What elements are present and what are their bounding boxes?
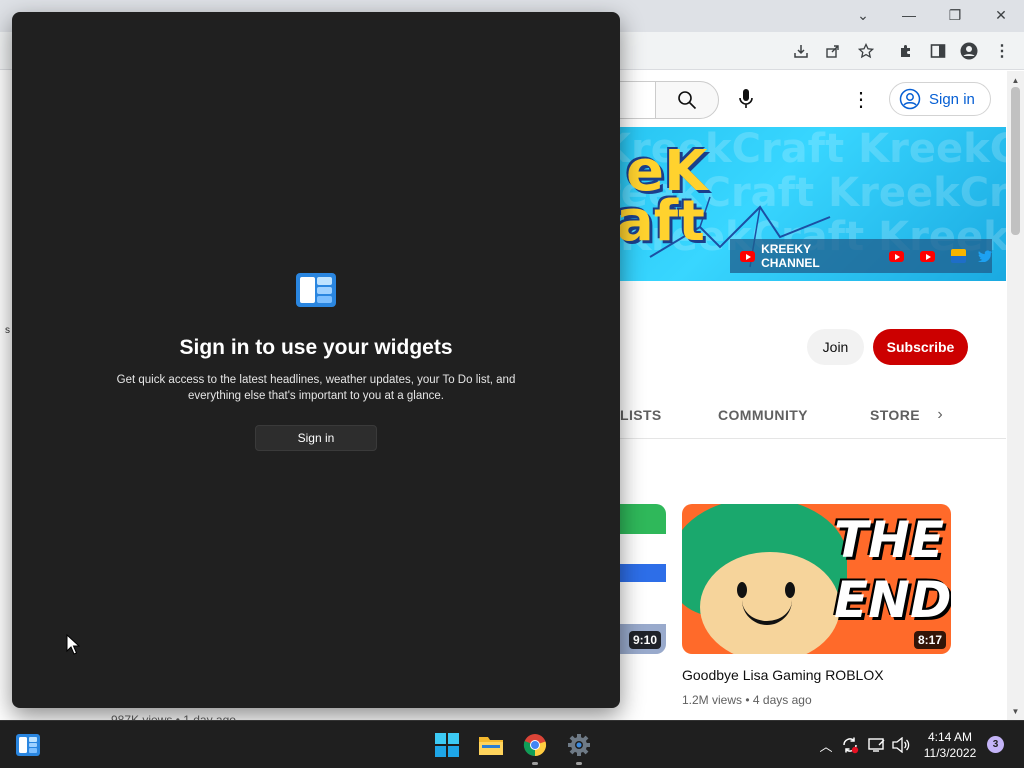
taskbar-clock[interactable]: 4:14 AM 11/3/2022 [915, 729, 985, 761]
clock-date: 11/3/2022 [923, 746, 977, 760]
chevron-down-icon: ⌄ [857, 6, 869, 23]
channel-links-strip[interactable]: KREEKY CHANNEL [730, 239, 992, 273]
chevron-right-icon: › [937, 406, 943, 423]
youtube-signin-button[interactable]: Sign in [889, 82, 991, 116]
side-panel-icon [930, 44, 946, 58]
youtube-link-icon[interactable] [888, 250, 904, 262]
side-panel-button[interactable] [927, 40, 949, 62]
settings-menu-button[interactable]: ⋮ [850, 85, 872, 113]
profile-button[interactable] [958, 40, 980, 62]
tabs-scroll-right-button[interactable]: › [930, 405, 950, 425]
chevron-up-icon: ︿ [819, 738, 833, 754]
widgets-title: Sign in to use your widgets [179, 336, 453, 359]
mouse-pointer-icon [66, 634, 80, 655]
merch-icon[interactable] [950, 249, 966, 263]
youtube-logo-icon [740, 250, 756, 262]
network-icon [868, 738, 885, 752]
speaker-icon [892, 737, 910, 753]
thumbnail-text: THE END [834, 511, 951, 629]
tab-playlists[interactable]: LISTS [620, 407, 662, 423]
channel-banner: KreekCraft KreekCraft KreekCraft KreekCr… [560, 127, 1006, 281]
signin-label: Sign in [929, 90, 975, 108]
tab-search-button[interactable]: ⌄ [840, 0, 886, 30]
widgets-panel: Sign in to use your widgets Get quick ac… [12, 12, 620, 708]
scroll-up-button[interactable]: ▲ [1007, 73, 1024, 87]
settings-taskbar-button[interactable] [564, 730, 594, 765]
meta-separator: • [745, 693, 753, 707]
network-icon-button[interactable] [866, 735, 888, 755]
channel-link-label: KREEKY CHANNEL [761, 242, 820, 270]
show-hidden-icons-button[interactable]: ︿ [815, 735, 837, 755]
close-window-button[interactable]: ✕ [978, 0, 1024, 30]
side-text: s [5, 325, 10, 336]
tab-store[interactable]: STORE [870, 407, 920, 423]
start-button[interactable] [432, 730, 462, 760]
character-eye [785, 582, 795, 598]
tab-community[interactable]: COMMUNITY [718, 407, 808, 423]
chrome-icon [523, 734, 547, 757]
voice-search-button[interactable] [728, 81, 764, 117]
chrome-taskbar-button[interactable] [520, 730, 550, 765]
widgets-signin-button[interactable]: Sign in [255, 425, 377, 451]
channel-logo-text: eK aft [616, 139, 708, 254]
video-meta: 1.2M views • 4 days ago [682, 693, 812, 707]
scrollbar-thumb[interactable] [1011, 87, 1020, 235]
puzzle-icon [901, 45, 910, 57]
widgets-icon [16, 734, 40, 756]
chrome-menu-button[interactable]: ⋮ [991, 40, 1013, 62]
share-button[interactable] [822, 40, 844, 62]
more-vert-icon: ⋮ [851, 88, 871, 111]
taskbar-widgets-button[interactable] [13, 730, 43, 760]
video-age: 4 days ago [752, 693, 812, 707]
install-app-button[interactable] [790, 40, 812, 62]
scroll-down-button[interactable]: ▼ [1007, 704, 1024, 718]
video-thumbnail[interactable]: THE END 8:17 [682, 504, 951, 654]
widgets-description: Get quick access to the latest headlines… [116, 374, 516, 402]
minimize-button[interactable]: — [886, 0, 932, 30]
taskbar: ︿ 4:14 AM 11/3/2022 3 [0, 720, 1024, 768]
bookmark-star-button[interactable] [855, 40, 877, 62]
extensions-button[interactable] [895, 40, 917, 62]
video-views: 1.2M views [682, 693, 743, 707]
windows-logo-icon [435, 733, 459, 757]
search-icon [678, 91, 697, 110]
youtube-link-icon[interactable] [919, 250, 935, 262]
clock-time: 4:14 AM [927, 730, 973, 744]
file-explorer-button[interactable] [476, 730, 506, 760]
restore-icon: ❐ [948, 6, 962, 23]
restore-button[interactable]: ❐ [932, 0, 978, 30]
download-icon [794, 45, 808, 58]
close-icon: ✕ [995, 6, 1007, 23]
share-icon [826, 45, 839, 58]
subscribe-button[interactable]: Subscribe [873, 329, 968, 365]
account-icon [960, 42, 978, 60]
minimize-icon: — [902, 7, 916, 23]
microphone-icon [739, 89, 753, 108]
star-icon [858, 43, 874, 59]
running-indicator [532, 762, 538, 765]
running-indicator [576, 762, 582, 765]
widgets-icon [296, 273, 336, 307]
video-duration: 8:17 [913, 631, 946, 649]
search-button[interactable] [655, 81, 719, 119]
video-duration: 9:10 [628, 631, 661, 649]
notification-badge[interactable]: 3 [987, 736, 1004, 753]
sync-icon [843, 737, 859, 754]
character-eye [737, 582, 747, 598]
sync-status-icon[interactable] [839, 735, 861, 755]
folder-icon [479, 737, 503, 755]
gear-icon [568, 734, 590, 756]
video-title[interactable]: Goodbye Lisa Gaming ROBLOX [682, 667, 884, 683]
page-scrollbar[interactable]: ▲ ▼ [1007, 71, 1024, 720]
twitter-icon[interactable] [977, 250, 992, 262]
more-vert-icon: ⋮ [994, 43, 1010, 60]
join-button[interactable]: Join [807, 329, 864, 365]
account-circle-icon [899, 88, 921, 110]
volume-button[interactable] [890, 735, 912, 755]
